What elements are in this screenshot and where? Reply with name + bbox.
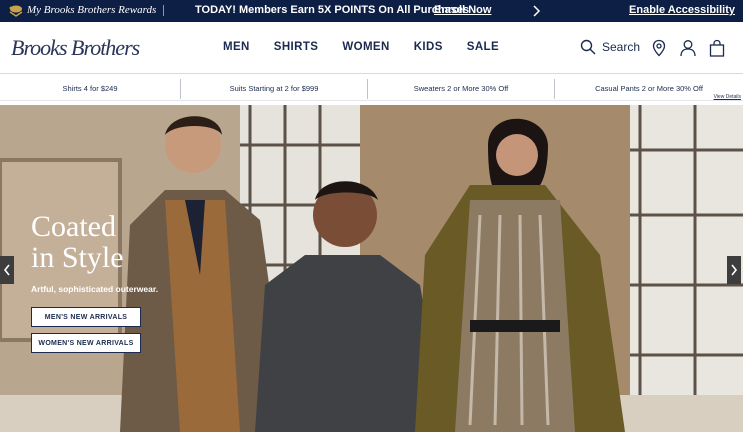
hero-title-line-2: in Style xyxy=(31,241,124,274)
nav-men[interactable]: MEN xyxy=(223,41,250,53)
carousel-next-button[interactable] xyxy=(727,256,741,284)
view-details-link[interactable]: View Details xyxy=(714,94,741,100)
womens-new-arrivals-button[interactable]: WOMEN'S NEW ARRIVALS xyxy=(31,333,141,353)
search-button[interactable]: Search xyxy=(580,39,640,55)
promo-message: TODAY! Members Earn 5X POINTS On All Pur… xyxy=(195,4,470,16)
rewards-label: My Brooks Brothers Rewards xyxy=(27,4,157,16)
hero-title: Coated in Style xyxy=(31,211,124,273)
promo-suits[interactable]: Suits Starting at 2 for $999 xyxy=(181,75,367,101)
chevron-right-icon[interactable] xyxy=(531,3,541,19)
top-promo-bar: My Brooks Brothers Rewards TODAY! Member… xyxy=(0,0,743,22)
rewards-link[interactable]: My Brooks Brothers Rewards xyxy=(8,3,165,17)
nav-women[interactable]: WOMEN xyxy=(342,41,389,53)
hero-subtitle: Artful, sophisticated outerwear. xyxy=(31,284,159,294)
logo[interactable]: Brooks Brothers xyxy=(11,35,140,61)
shopping-bag-icon[interactable] xyxy=(708,39,726,57)
promo-shirts[interactable]: Shirts 4 for $249 xyxy=(0,75,180,101)
enable-accessibility-link[interactable]: Enable Accessibility xyxy=(629,4,735,16)
promo-strip: Shirts 4 for $249 Suits Starting at 2 fo… xyxy=(0,75,743,101)
golden-fleece-icon xyxy=(9,5,23,17)
chevron-left-icon xyxy=(3,264,10,276)
main-nav: MEN SHIRTS WOMEN KIDS SALE xyxy=(223,41,523,53)
hero-title-line-1: Coated xyxy=(31,210,116,243)
search-icon xyxy=(580,39,596,55)
nav-sale[interactable]: SALE xyxy=(467,41,499,53)
search-label: Search xyxy=(602,40,641,54)
divider xyxy=(163,4,165,16)
mens-new-arrivals-button[interactable]: MEN'S NEW ARRIVALS xyxy=(31,307,141,327)
site-header: Brooks Brothers MEN SHIRTS WOMEN KIDS SA… xyxy=(0,22,743,74)
enroll-now-link[interactable]: Enroll Now xyxy=(434,4,491,16)
nav-shirts[interactable]: SHIRTS xyxy=(274,41,319,53)
promo-sweaters[interactable]: Sweaters 2 or More 30% Off xyxy=(368,75,554,101)
chevron-right-icon xyxy=(731,264,738,276)
hero-banner: Coated in Style Artful, sophisticated ou… xyxy=(0,105,743,432)
carousel-prev-button[interactable] xyxy=(0,256,14,284)
location-pin-icon[interactable] xyxy=(650,39,668,57)
nav-kids[interactable]: KIDS xyxy=(414,41,443,53)
account-icon[interactable] xyxy=(679,39,697,57)
